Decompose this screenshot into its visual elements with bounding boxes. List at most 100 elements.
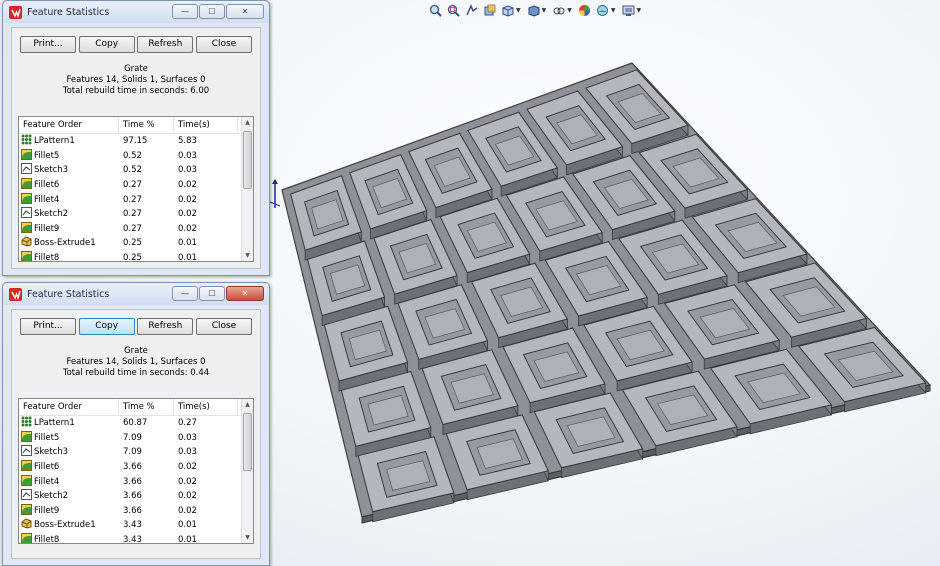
table-row[interactable]: Fillet4 3.66 0.02 <box>19 474 253 489</box>
maximize-button[interactable]: ☐ <box>199 286 225 301</box>
scroll-down-icon[interactable]: ▼ <box>242 250 253 261</box>
chevron-down-icon[interactable]: ▼ <box>611 7 616 14</box>
time-seconds-cell: 0.03 <box>178 447 197 458</box>
column-header-feature-order[interactable]: Feature Order <box>19 117 119 133</box>
time-percent-cell: 3.43 <box>123 520 142 531</box>
zoom-to-fit-icon[interactable] <box>428 3 443 18</box>
column-header-time-seconds[interactable]: Time(s) <box>174 399 238 415</box>
table-row[interactable]: Fillet5 0.52 0.03 <box>19 148 253 164</box>
feature-name-cell: Sketch2 <box>19 207 119 221</box>
chevron-down-icon[interactable]: ▼ <box>542 7 547 14</box>
time-percent-cell: 0.25 <box>123 253 142 262</box>
chevron-down-icon[interactable]: ▼ <box>516 7 521 14</box>
table-row[interactable]: Boss-Extrude1 0.25 0.01 <box>19 236 253 251</box>
table-row[interactable]: Sketch2 0.27 0.02 <box>19 207 253 222</box>
feature-counts: Features 14, Solids 1, Surfaces 0 <box>66 75 206 85</box>
time-seconds-cell: 0.01 <box>178 520 197 531</box>
section-view-icon[interactable] <box>482 3 497 18</box>
column-header-time-seconds[interactable]: Time(s) <box>174 117 238 133</box>
print-button[interactable]: Print... <box>20 318 76 335</box>
dialog-titlebar[interactable]: Feature Statistics — ☐ ✕ <box>3 1 269 23</box>
column-header-time-percent[interactable]: Time % <box>119 117 174 133</box>
time-percent-cell: 3.66 <box>123 491 142 502</box>
table-row[interactable]: Sketch2 3.66 0.02 <box>19 489 253 504</box>
column-header-time-percent[interactable]: Time % <box>119 399 174 415</box>
extrude-feature-icon <box>21 236 34 250</box>
fillet-feature-icon <box>21 533 34 543</box>
table-row[interactable]: Fillet4 0.27 0.02 <box>19 192 253 207</box>
table-row[interactable]: Fillet8 0.25 0.01 <box>19 251 253 262</box>
scroll-up-icon[interactable]: ▲ <box>242 399 253 410</box>
refresh-button[interactable]: Refresh <box>137 36 194 53</box>
table-row[interactable]: LPattern1 60.87 0.27 <box>19 416 253 431</box>
scrollbar-thumb[interactable] <box>243 131 252 189</box>
time-percent-cell: 0.27 <box>123 209 142 220</box>
sketch-feature-icon <box>21 489 34 503</box>
feature-name-cell: Boss-Extrude1 <box>19 518 119 532</box>
chevron-down-icon[interactable]: ▼ <box>637 7 642 14</box>
feature-name: LPattern1 <box>34 418 75 429</box>
table-row[interactable]: Fillet9 3.66 0.02 <box>19 503 253 519</box>
time-percent-cell: 7.09 <box>123 447 142 458</box>
table-header: Feature Order Time % Time(s) <box>19 399 253 416</box>
close-button[interactable]: Close <box>195 318 252 335</box>
scrollbar-thumb[interactable] <box>243 413 252 471</box>
previous-view-icon[interactable] <box>464 3 479 18</box>
time-seconds-cell: 0.01 <box>178 253 197 262</box>
zoom-area-icon[interactable] <box>446 3 461 18</box>
chevron-down-icon[interactable]: ▼ <box>567 7 572 14</box>
scroll-up-icon[interactable]: ▲ <box>242 117 253 128</box>
maximize-button[interactable]: ☐ <box>199 4 225 19</box>
time-percent-cell: 0.27 <box>123 180 142 191</box>
column-header-feature-order[interactable]: Feature Order <box>19 399 119 415</box>
table-row[interactable]: Sketch3 0.52 0.03 <box>19 163 253 178</box>
dialog-title: Feature Statistics <box>27 288 110 300</box>
feature-table[interactable]: Feature Order Time % Time(s) LPattern1 97… <box>18 116 254 262</box>
dialog-titlebar[interactable]: Feature Statistics — ☐ ✕ <box>3 283 269 305</box>
minimize-button[interactable]: — <box>172 4 198 19</box>
time-seconds-cell: 0.02 <box>178 194 197 205</box>
feature-name-cell: Fillet9 <box>19 503 119 518</box>
table-row[interactable]: Fillet9 0.27 0.02 <box>19 221 253 237</box>
feature-table[interactable]: Feature Order Time % Time(s) LPattern1 60… <box>18 398 254 544</box>
close-window-button[interactable]: ✕ <box>226 4 264 19</box>
table-row[interactable]: Sketch3 7.09 0.03 <box>19 445 253 460</box>
print-button[interactable]: Print... <box>20 36 76 53</box>
time-seconds-cell: 0.02 <box>178 505 197 516</box>
hide-show-items-icon[interactable] <box>551 3 566 18</box>
scroll-down-icon[interactable]: ▼ <box>242 532 253 543</box>
fillet-feature-icon <box>21 221 34 236</box>
time-seconds-cell: 0.02 <box>178 476 197 487</box>
feature-name-cell: LPattern1 <box>19 134 119 148</box>
copy-button[interactable]: Copy <box>78 36 135 53</box>
table-row[interactable]: Fillet8 3.43 0.01 <box>19 533 253 544</box>
vertical-scrollbar[interactable]: ▲ ▼ <box>241 117 253 261</box>
table-row[interactable]: Fillet6 3.66 0.02 <box>19 460 253 475</box>
view-settings-icon[interactable] <box>621 3 636 18</box>
feature-name-cell: Sketch3 <box>19 163 119 177</box>
grate-3d-model[interactable] <box>270 55 935 525</box>
minimize-button[interactable]: — <box>172 286 198 301</box>
dialog-content: Print... Copy Refresh Close Grate Featur… <box>11 309 261 559</box>
table-row[interactable]: LPattern1 97.15 5.83 <box>19 134 253 149</box>
table-row[interactable]: Fillet5 7.09 0.03 <box>19 430 253 446</box>
close-button[interactable]: Close <box>195 36 252 53</box>
fillet-feature-icon <box>21 503 34 518</box>
display-style-icon[interactable] <box>526 3 541 18</box>
vertical-scrollbar[interactable]: ▲ ▼ <box>241 399 253 543</box>
feature-name: Sketch2 <box>34 209 69 220</box>
heads-up-view-toolbar: ▼ ▼ ▼ ▼ ▼ <box>428 1 643 19</box>
table-row[interactable]: Boss-Extrude1 3.43 0.01 <box>19 518 253 533</box>
edit-appearance-icon[interactable] <box>577 3 592 18</box>
feature-name: Fillet4 <box>34 194 60 205</box>
close-window-button[interactable]: ✕ <box>226 286 264 301</box>
refresh-button[interactable]: Refresh <box>137 318 194 335</box>
feature-name-cell: Fillet5 <box>19 430 119 445</box>
statistics-summary: Grate Features 14, Solids 1, Surfaces 0 … <box>12 346 260 379</box>
time-percent-cell: 3.43 <box>123 535 142 544</box>
copy-button[interactable]: Copy <box>78 318 135 335</box>
apply-scene-icon[interactable] <box>595 3 610 18</box>
time-percent-cell: 60.87 <box>123 418 148 429</box>
table-row[interactable]: Fillet6 0.27 0.02 <box>19 178 253 193</box>
view-orientation-icon[interactable] <box>500 3 515 18</box>
